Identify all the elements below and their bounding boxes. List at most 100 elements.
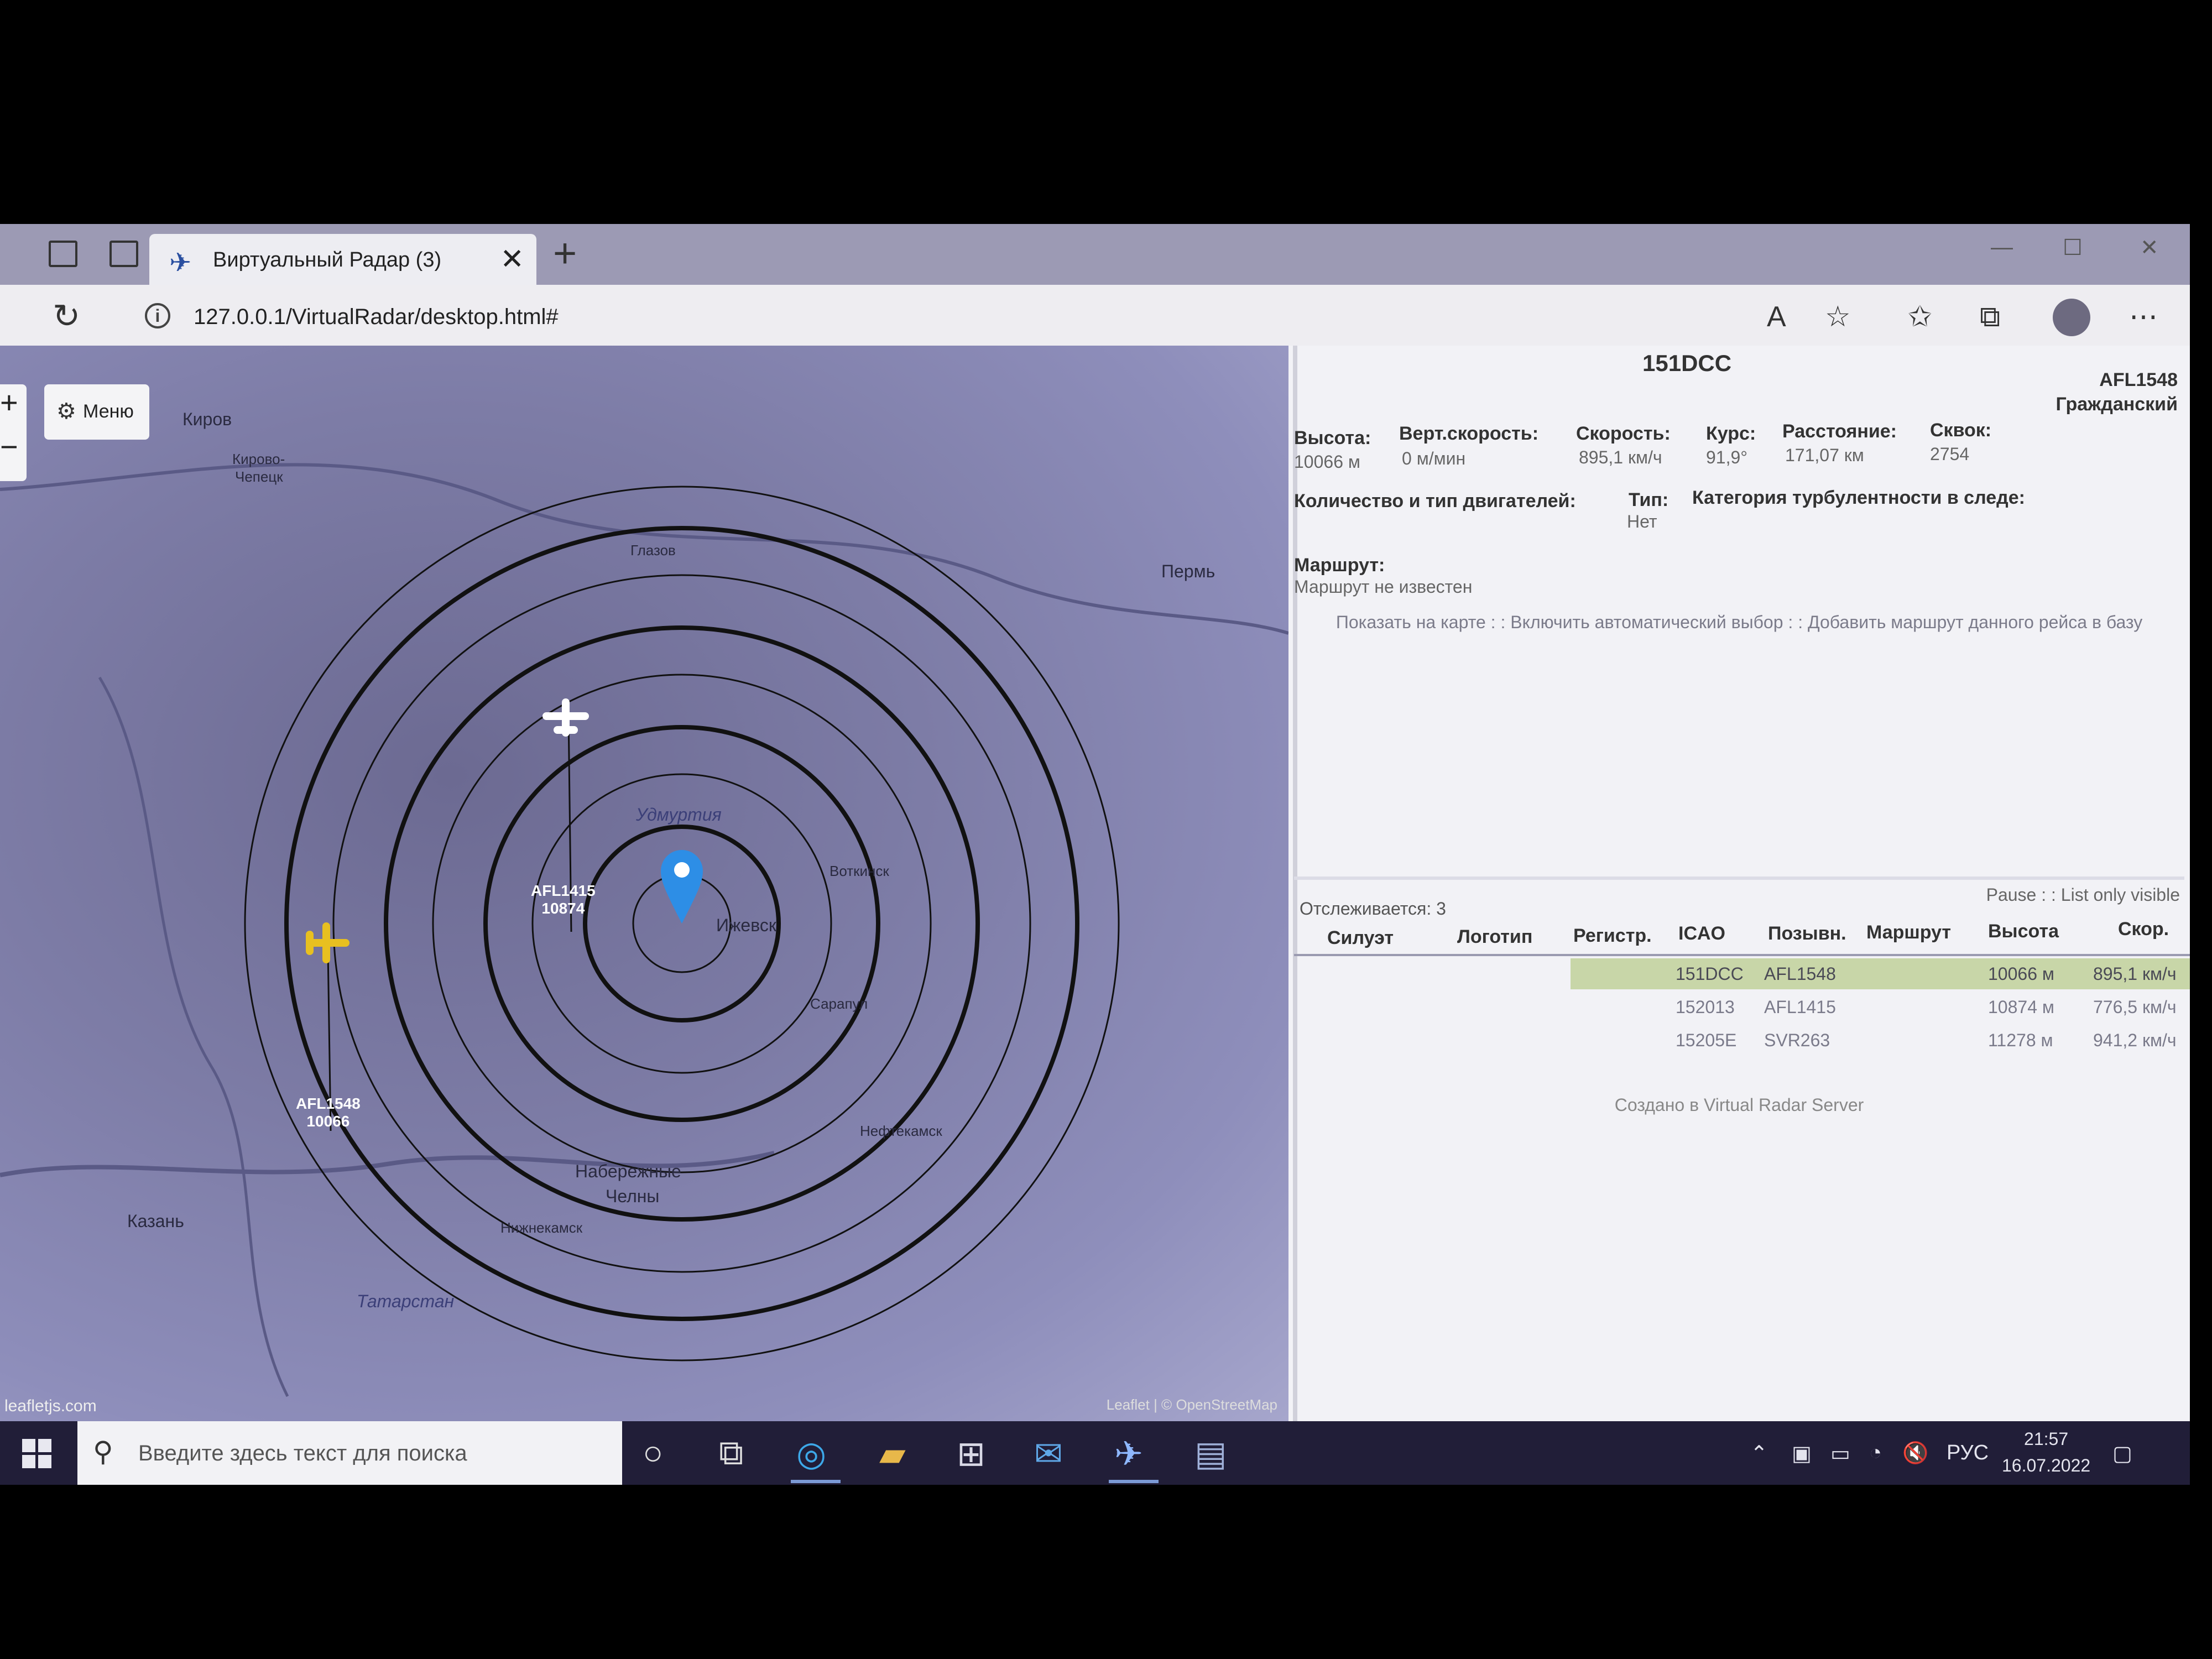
city-label: Киров <box>182 409 232 429</box>
row-altitude: 11278 м <box>1988 1030 2053 1050</box>
taskbar-search[interactable]: ⚲ Введите здесь текст для поиска <box>77 1421 622 1485</box>
city-label: Сарапул <box>810 995 868 1012</box>
collections-icon[interactable]: ⧉ <box>1980 300 2000 334</box>
favorites-icon[interactable]: ✩ <box>1908 300 1932 333</box>
reload-icon[interactable]: ↻ <box>53 297 80 336</box>
volume-muted-icon[interactable]: 🔇 <box>1902 1441 1928 1465</box>
city-label: Набережные <box>575 1161 681 1181</box>
detail-links[interactable]: Показать на карте : : Включить автоматич… <box>1300 610 2179 634</box>
minimize-button[interactable]: — <box>1991 235 2013 260</box>
city-label: Кирово- <box>232 451 285 467</box>
language-indicator[interactable]: РУС <box>1947 1441 1989 1465</box>
region-label: Удмуртия <box>636 805 722 825</box>
mail-icon[interactable]: ✉ <box>1034 1433 1063 1474</box>
more-menu-icon[interactable]: ⋯ <box>2129 300 2158 333</box>
city-label: Пермь <box>1161 561 1215 581</box>
row-icao: 151DCC <box>1676 964 1744 984</box>
clock-time: 21:57 <box>2024 1429 2069 1449</box>
city-label: Чепецк <box>235 468 283 485</box>
profile-avatar[interactable] <box>2053 299 2090 336</box>
store-icon[interactable]: ⊞ <box>957 1433 985 1474</box>
wifi-icon[interactable]: ◔ <box>1869 1441 1882 1465</box>
read-aloud-icon[interactable]: A <box>1767 300 1786 333</box>
gear-icon: ⚙ <box>56 399 76 424</box>
table-row[interactable]: 151DCC AFL1548 10066 м 895,1 км/ч <box>1571 958 2190 989</box>
notifications-icon[interactable]: ▢ <box>2112 1441 2132 1466</box>
squawk-value: 2754 <box>1930 444 1970 464</box>
altitude-value: 10066 м <box>1294 452 1360 472</box>
tracked-count: Отслеживается: 3 <box>1300 899 1446 919</box>
col-altitude[interactable]: Высота <box>1988 921 2059 942</box>
row-altitude: 10874 м <box>1988 997 2054 1017</box>
maximize-button[interactable]: ☐ <box>2063 235 2083 260</box>
map-overlay <box>0 463 1288 1397</box>
altitude-label: Высота: <box>1294 427 1371 448</box>
table-header-line <box>1294 954 2190 956</box>
zoom-out-button[interactable]: − <box>0 429 18 465</box>
task-view-icon[interactable]: ⧉ <box>719 1433 743 1473</box>
radar-active-indicator <box>1109 1480 1159 1483</box>
tab-title: Виртуальный Радар (3) <box>213 248 442 272</box>
afl1548-plane-icon[interactable] <box>306 922 349 963</box>
radar-map[interactable]: + − ⚙ Меню Киров Кирово- Чепецк Глазов П… <box>0 346 1288 1421</box>
afl1415-plane-icon[interactable] <box>542 698 589 737</box>
panel-separator[interactable] <box>1294 877 2184 880</box>
collections-tab-icon[interactable] <box>49 241 77 267</box>
table-row[interactable]: 152013 AFL1415 10874 м 776,5 км/ч <box>1571 992 2190 1022</box>
col-silhouette[interactable]: Силуэт <box>1327 927 1394 949</box>
engines-label: Количество и тип двигателей: <box>1294 491 1576 512</box>
battery-icon[interactable]: ▭ <box>1830 1441 1850 1466</box>
row-speed: 776,5 км/ч <box>2093 997 2177 1017</box>
show-hidden-icons-icon[interactable]: ⌃ <box>1750 1441 1768 1466</box>
active-tab[interactable]: ✈ Виртуальный Радар (3) ✕ <box>149 234 536 285</box>
table-row[interactable]: 15205E SVR263 11278 м 941,2 км/ч <box>1571 1025 2190 1056</box>
list-controls[interactable]: Pause : : List only visible <box>1986 885 2180 905</box>
aircraft-callsign: AFL1548 <box>2099 369 2178 390</box>
powered-by-footer: Создано в Virtual Radar Server <box>1614 1095 1864 1115</box>
col-route[interactable]: Маршрут <box>1866 922 1951 943</box>
city-label: Глазов <box>630 542 676 559</box>
distance-label: Расстояние: <box>1782 421 1897 442</box>
map-attribution[interactable]: Leaflet | © OpenStreetMap <box>1107 1396 1277 1413</box>
leaflet-logo[interactable]: leafletjs.com <box>4 1397 97 1416</box>
app-icon[interactable]: ▤ <box>1194 1433 1227 1474</box>
zoom-in-button[interactable]: + <box>0 384 18 420</box>
edge-browser-icon[interactable]: ◎ <box>796 1433 826 1474</box>
city-label: Челны <box>606 1186 660 1206</box>
route-label: Маршрут: <box>1294 555 1385 576</box>
windows-start-icon[interactable] <box>22 1439 52 1469</box>
heading-value: 91,9° <box>1706 447 1748 467</box>
close-window-button[interactable]: ✕ <box>2140 235 2159 260</box>
virtual-radar-icon[interactable]: ✈ <box>1114 1433 1143 1474</box>
system-clock[interactable]: 21:57 16.07.2022 <box>2002 1426 2090 1479</box>
aircraft-panel: 151DCC AFL1548 Гражданский Высота: 10066… <box>1288 346 2190 1421</box>
cortana-icon[interactable]: ○ <box>643 1433 663 1473</box>
clock-date: 16.07.2022 <box>2002 1455 2091 1475</box>
add-favorite-icon[interactable]: ☆ <box>1825 300 1851 333</box>
col-logo[interactable]: Логотип <box>1457 926 1532 948</box>
edge-active-indicator <box>791 1480 841 1483</box>
address-bar: ↻ i 127.0.0.1/VirtualRadar/desktop.html#… <box>0 285 2190 346</box>
row-speed: 941,2 км/ч <box>2093 1030 2177 1050</box>
col-callsign[interactable]: Позывн. <box>1768 923 1846 945</box>
aircraft-label[interactable]: AFL1548 10066 <box>296 1095 361 1130</box>
new-tab-button[interactable]: + <box>553 229 577 276</box>
aircraft-registration: 151DCC <box>1642 350 1732 376</box>
aircraft-label[interactable]: AFL1415 10874 <box>531 882 596 917</box>
site-info-icon[interactable]: i <box>145 303 170 328</box>
menu-button[interactable]: ⚙ Меню <box>44 384 149 440</box>
screen: ✈ Виртуальный Радар (3) ✕ + — ☐ ✕ ↻ i 12… <box>0 224 2190 1485</box>
location-marker-icon[interactable] <box>661 850 703 924</box>
search-icon: ⚲ <box>93 1436 113 1467</box>
tab-close-button[interactable]: ✕ <box>500 243 524 276</box>
col-registration[interactable]: Регистр. <box>1573 925 1652 947</box>
turbulence-label: Категория турбулентности в следе: <box>1692 487 2025 508</box>
file-explorer-icon[interactable]: ▰ <box>879 1433 906 1474</box>
workspace-tab-icon[interactable] <box>109 241 138 267</box>
col-speed[interactable]: Скор. <box>2118 919 2169 940</box>
squawk-label: Сквок: <box>1930 420 1992 441</box>
url-field[interactable]: 127.0.0.1/VirtualRadar/desktop.html# <box>194 305 559 330</box>
col-icao[interactable]: ICAO <box>1678 923 1725 945</box>
meet-now-icon[interactable]: ▣ <box>1792 1441 1812 1466</box>
taskbar: ⚲ Введите здесь текст для поиска ○ ⧉ ◎ ▰… <box>0 1421 2190 1485</box>
